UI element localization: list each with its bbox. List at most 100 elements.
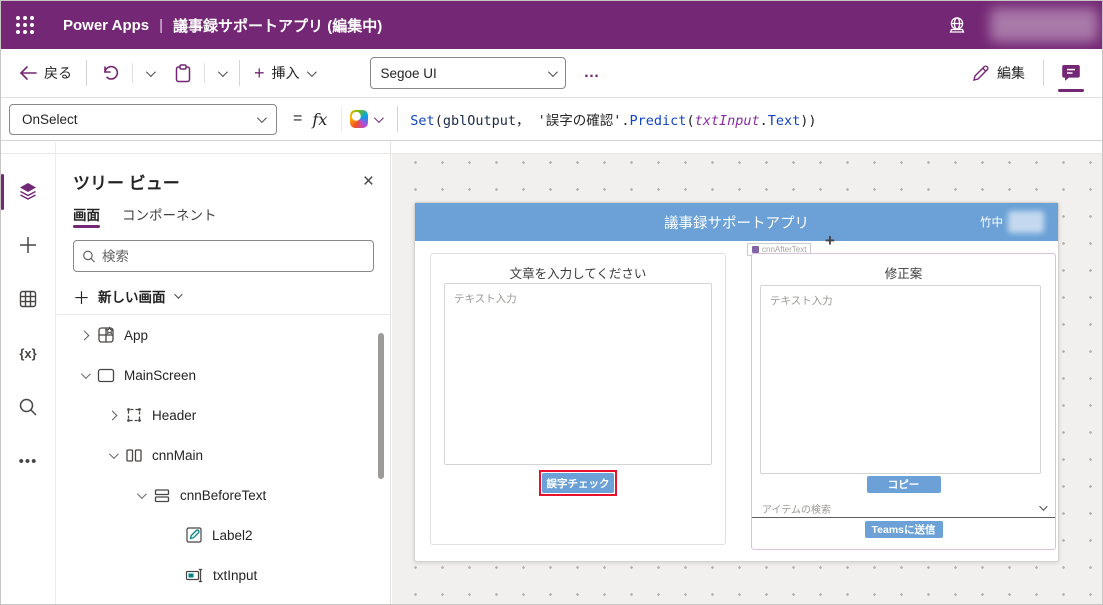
waffle-icon xyxy=(16,16,34,34)
back-label: 戻る xyxy=(44,63,72,83)
insert-button[interactable]: + 挿入 xyxy=(250,57,318,89)
text-input-placeholder: テキスト入力 xyxy=(454,293,517,305)
property-chevron-icon xyxy=(257,113,267,123)
tree-row-mainscreen[interactable]: MainScreen xyxy=(57,355,390,395)
copilot-button[interactable] xyxy=(341,106,389,132)
tab-screens[interactable]: 画面 xyxy=(73,204,100,228)
tree-scrollbar[interactable] xyxy=(378,333,384,479)
title-separator: | xyxy=(159,17,163,34)
chevron-right-icon[interactable] xyxy=(80,330,90,340)
rail-item-variables[interactable]: {x} xyxy=(1,326,55,380)
command-bar: 戻る + 挿入 Segoe UI … 編集 xyxy=(1,49,1102,98)
formula-token: . xyxy=(760,113,768,129)
user-account-blurred[interactable] xyxy=(990,8,1098,42)
paste-menu-chevron-icon[interactable] xyxy=(218,67,228,77)
overflow-menu-button[interactable]: … xyxy=(584,64,602,82)
typo-check-button[interactable]: 誤字チェック xyxy=(542,473,614,493)
tree-row-label2[interactable]: Label2 xyxy=(57,515,390,555)
formula-token: ( xyxy=(686,113,694,129)
edit-button[interactable]: 編集 xyxy=(964,57,1033,89)
tree-row-header[interactable]: Header xyxy=(57,395,390,435)
tree-list: App MainScreen Header cnnMain xyxy=(57,315,390,595)
tree-view-title: ツリー ビュー xyxy=(73,169,180,194)
insert-chevron-icon xyxy=(306,67,316,77)
chevron-down-icon[interactable] xyxy=(81,369,91,379)
tree-row-label: txtInput xyxy=(213,568,257,583)
paste-button[interactable] xyxy=(171,57,229,89)
input-panel: 文章を入力してください テキスト入力 誤字チェック xyxy=(430,253,726,545)
selection-outline: 誤字チェック xyxy=(539,470,617,496)
rail-item-tree-view[interactable] xyxy=(1,164,55,218)
variables-icon: {x} xyxy=(19,346,36,361)
item-search-placeholder: アイテムの検索 xyxy=(762,501,831,516)
tree-view-panel: ツリー ビュー × 画面 コンポーネント ＋ 新しい画面 App xyxy=(57,142,391,605)
new-screen-button[interactable]: ＋ 新しい画面 xyxy=(57,278,390,315)
chevron-right-icon[interactable] xyxy=(108,410,118,420)
app-screen-preview[interactable]: 議事録サポートアプリ 竹中 + cnnAfterText 文章を入力してください xyxy=(414,202,1059,562)
undo-icon xyxy=(101,64,119,82)
tree-row-label: cnnMain xyxy=(152,448,203,463)
font-family-dropdown[interactable]: Segoe UI xyxy=(370,57,566,89)
item-search-combobox[interactable]: アイテムの検索 xyxy=(752,499,1055,518)
rail-item-data[interactable] xyxy=(1,272,55,326)
send-to-teams-button[interactable]: Teamsに送信 xyxy=(865,521,943,538)
comment-panel-icon xyxy=(1061,63,1081,83)
text-input-field[interactable]: テキスト入力 xyxy=(444,283,712,465)
tree-row-app[interactable]: App xyxy=(57,315,390,355)
tab-components[interactable]: コンポーネント xyxy=(122,204,217,228)
window-title: Power Apps | 議事録サポートアプリ (編集中) xyxy=(63,15,382,36)
edit-label: 編集 xyxy=(997,63,1025,83)
copy-button[interactable]: コピー xyxy=(867,476,941,493)
authoring-canvas: 議事録サポートアプリ 竹中 + cnnAfterText 文章を入力してください xyxy=(392,142,1102,605)
property-value: OnSelect xyxy=(22,112,78,127)
close-icon[interactable]: × xyxy=(363,172,374,191)
tree-row-cnnmain[interactable]: cnnMain xyxy=(57,435,390,475)
more-icon: ••• xyxy=(19,453,38,470)
undo-button[interactable] xyxy=(97,57,157,89)
tree-row-label: Header xyxy=(152,408,196,423)
app-header[interactable]: 議事録サポートアプリ 竹中 xyxy=(415,203,1058,241)
horizontal-container-icon xyxy=(125,448,143,463)
app-title: 議事録サポートアプリ xyxy=(664,212,809,233)
output-text-field[interactable]: テキスト入力 xyxy=(760,285,1041,474)
undo-menu-chevron-icon[interactable] xyxy=(146,67,156,77)
plus-icon: ＋ xyxy=(73,284,90,309)
new-screen-chevron-icon xyxy=(174,290,182,298)
formula-bar: OnSelect = fx Set(gblOutput， '誤字の確認'.Pre… xyxy=(1,98,1102,141)
search-icon xyxy=(18,397,38,417)
output-panel-heading: 修正案 xyxy=(752,263,1055,282)
search-input[interactable] xyxy=(102,249,365,264)
formula-token: Text xyxy=(768,113,801,129)
chevron-down-icon[interactable] xyxy=(109,449,119,459)
back-button[interactable]: 戻る xyxy=(15,57,76,89)
tree-row-label: App xyxy=(124,328,148,343)
globe-icon xyxy=(947,15,967,35)
environment-button[interactable] xyxy=(934,1,980,49)
left-navigation-rail: {x} ••• xyxy=(1,142,56,605)
power-apps-studio: Power Apps | 議事録サポートアプリ (編集中) 戻る xyxy=(0,0,1103,605)
formula-token: '誤字の確認' xyxy=(538,113,622,129)
tree-tabs: 画面 コンポーネント xyxy=(57,196,390,228)
rail-item-insert[interactable] xyxy=(1,218,55,272)
tree-row-cnnbeforetext[interactable]: cnnBeforeText xyxy=(57,475,390,515)
formula-token: txtInput xyxy=(695,113,760,129)
property-selector-dropdown[interactable]: OnSelect xyxy=(9,104,277,135)
back-arrow-icon xyxy=(19,66,37,80)
formula-input[interactable]: Set(gblOutput， '誤字の確認'.Predict(txtInput.… xyxy=(410,109,816,129)
pencil-icon xyxy=(972,65,989,82)
tree-row-txtinput[interactable]: txtInput xyxy=(57,555,390,595)
new-screen-label: 新しい画面 xyxy=(98,286,166,306)
combobox-chevron-icon xyxy=(1039,502,1047,510)
output-panel[interactable]: 修正案 テキスト入力 コピー アイテムの検索 Teamsに送信 xyxy=(751,253,1056,550)
rail-item-search[interactable] xyxy=(1,380,55,434)
chevron-down-icon[interactable] xyxy=(137,489,147,499)
font-chevron-icon xyxy=(547,67,557,77)
container-icon xyxy=(752,246,759,253)
app-user-blurred xyxy=(1008,211,1044,233)
formula-token: gblOutput xyxy=(443,113,516,129)
formula-token: )) xyxy=(800,113,816,129)
tree-search-box[interactable] xyxy=(73,240,374,272)
app-checker-button[interactable] xyxy=(1054,53,1088,93)
rail-item-more[interactable]: ••• xyxy=(1,434,55,488)
waffle-menu-button[interactable] xyxy=(1,1,49,49)
